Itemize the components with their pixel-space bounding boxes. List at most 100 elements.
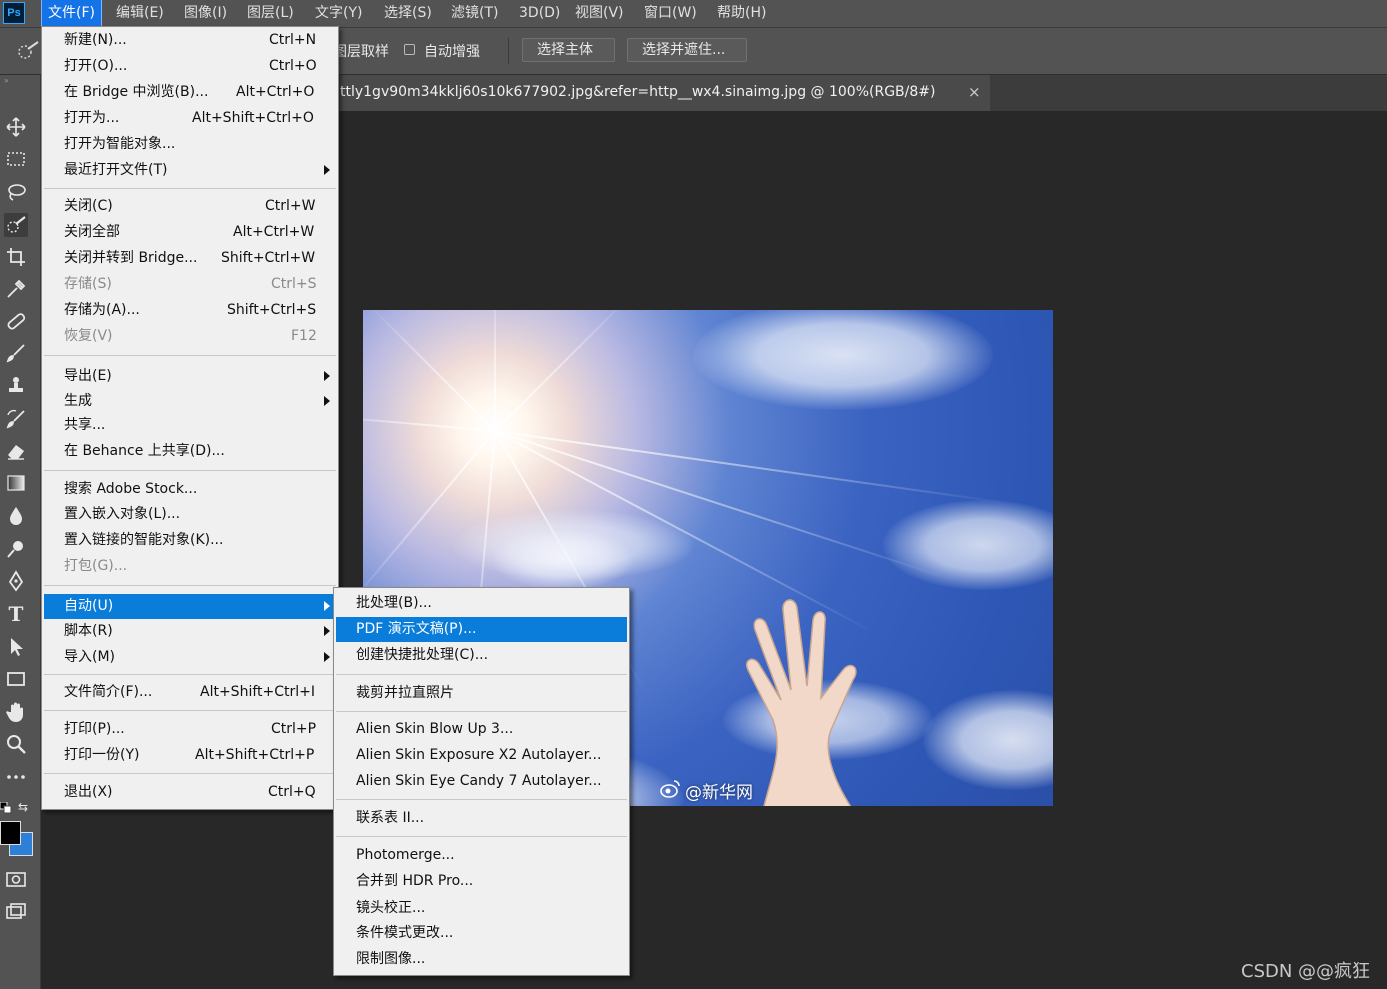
menu-item-place-embedded[interactable]: 置入嵌入对象(L)... [44, 502, 336, 527]
pen-tool-icon[interactable] [4, 569, 28, 593]
eraser-tool-icon[interactable] [4, 439, 28, 463]
menu-item-save-as[interactable]: 存储为(A)... Shift+Ctrl+S [44, 298, 336, 323]
menu-item-scripts[interactable]: 脚本(R) [44, 619, 336, 644]
submenu-arrow-icon [324, 165, 330, 175]
close-icon[interactable]: × [968, 83, 981, 101]
submenu-item-blow-up[interactable]: Alien Skin Blow Up 3... [336, 717, 627, 742]
submenu-item-create-droplet[interactable]: 创建快捷批处理(C)... [336, 643, 627, 668]
submenu-item-merge-to-hdr[interactable]: 合并到 HDR Pro... [336, 869, 627, 894]
submenu-arrow-icon [324, 652, 330, 662]
menu-select[interactable]: 选择(S) [378, 0, 438, 27]
menu-window[interactable]: 窗口(W) [638, 0, 703, 27]
clone-stamp-tool-icon[interactable] [4, 373, 28, 397]
document-tab[interactable]: ttly1gv90m34kklj60s10k677902.jpg&refer=h… [340, 75, 990, 111]
auto-enhance-checkbox[interactable] [404, 44, 415, 55]
menu-item-open-as[interactable]: 打开为... Alt+Shift+Ctrl+O [44, 106, 336, 131]
submenu-arrow-icon [324, 601, 330, 611]
submenu-item-lens-correction[interactable]: 镜头校正... [336, 896, 627, 921]
swap-colors-icon[interactable]: ⇆ [18, 800, 32, 814]
menu-item-print-one-copy[interactable]: 打印一份(Y) Alt+Shift+Ctrl+P [44, 743, 336, 768]
menu-item-share[interactable]: 共享... [44, 413, 336, 438]
blur-tool-icon[interactable] [4, 504, 28, 528]
menu-item-open-recent[interactable]: 最近打开文件(T) [44, 158, 336, 183]
menu-item-browse-in-bridge[interactable]: 在 Bridge 中浏览(B)... Alt+Ctrl+O [44, 80, 336, 105]
menu-item-package[interactable]: 打包(G)... [44, 554, 336, 579]
automate-submenu: 批处理(B)... PDF 演示文稿(P)... 创建快捷批处理(C)... 裁… [333, 587, 630, 976]
menu-file[interactable]: 文件(F) [41, 0, 102, 28]
quick-selection-preset-icon[interactable] [14, 40, 42, 62]
rectangle-tool-icon[interactable] [4, 667, 28, 691]
menu-item-revert[interactable]: 恢复(V) F12 [44, 324, 336, 349]
menu-item-open[interactable]: 打开(O)... Ctrl+O [44, 54, 336, 79]
move-tool-icon[interactable] [4, 115, 28, 139]
menu-item-new[interactable]: 新建(N)... Ctrl+N [44, 28, 336, 53]
menu-item-search-adobe-stock[interactable]: 搜索 Adobe Stock... [44, 477, 336, 502]
zoom-tool-icon[interactable] [4, 732, 28, 756]
lasso-tool-icon[interactable] [4, 180, 28, 204]
menu-item-place-linked[interactable]: 置入链接的智能对象(K)... [44, 528, 336, 553]
menu-item-close-and-go-to-bridge[interactable]: 关闭并转到 Bridge... Shift+Ctrl+W [44, 246, 336, 271]
menu-separator [44, 188, 336, 189]
quick-mask-icon[interactable] [4, 867, 28, 891]
menu-item-import[interactable]: 导入(M) [44, 645, 336, 670]
submenu-item-fit-image[interactable]: 限制图像... [336, 947, 627, 972]
tools-panel: » T ⇆ [0, 75, 41, 989]
menu-filter[interactable]: 滤镜(T) [445, 0, 504, 27]
crop-tool-icon[interactable] [4, 245, 28, 269]
submenu-item-exposure-x2[interactable]: Alien Skin Exposure X2 Autolayer... [336, 743, 627, 768]
submenu-item-contact-sheet[interactable]: 联系表 II... [336, 806, 627, 831]
menu-view[interactable]: 视图(V) [569, 0, 630, 27]
brush-tool-icon[interactable] [4, 341, 28, 365]
reaching-hand-photo [746, 599, 857, 806]
submenu-arrow-icon [324, 626, 330, 636]
menu-type[interactable]: 文字(Y) [309, 0, 368, 27]
quick-selection-tool-icon[interactable] [4, 213, 28, 237]
menu-item-share-on-behance[interactable]: 在 Behance 上共享(D)... [44, 439, 336, 464]
menu-layer[interactable]: 图层(L) [241, 0, 300, 27]
menu-item-save[interactable]: 存储(S) Ctrl+S [44, 272, 336, 297]
menu-separator [44, 674, 336, 675]
path-selection-tool-icon[interactable] [4, 635, 28, 659]
select-and-mask-button[interactable]: 选择并遮住... [627, 38, 747, 62]
panel-collapse-icon[interactable]: » [4, 77, 34, 85]
submenu-arrow-icon [324, 396, 330, 406]
menu-item-close-all[interactable]: 关闭全部 Alt+Ctrl+W [44, 220, 336, 245]
gradient-tool-icon[interactable] [4, 471, 28, 495]
menu-separator [336, 674, 627, 675]
submenu-item-conditional-mode-change[interactable]: 条件模式更改... [336, 921, 627, 946]
document-tab-title: ttly1gv90m34kklj60s10k677902.jpg&refer=h… [340, 84, 936, 100]
type-tool-icon[interactable]: T [4, 602, 28, 626]
menu-3d[interactable]: 3D(D) [513, 0, 566, 27]
menu-item-print[interactable]: 打印(P)... Ctrl+P [44, 717, 336, 742]
menu-item-generate[interactable]: 生成 [44, 389, 336, 414]
screen-mode-icon[interactable] [4, 899, 28, 923]
history-brush-tool-icon[interactable] [4, 407, 28, 431]
submenu-item-eye-candy[interactable]: Alien Skin Eye Candy 7 Autolayer... [336, 769, 627, 794]
menu-item-exit[interactable]: 退出(X) Ctrl+Q [44, 780, 336, 805]
menu-help[interactable]: 帮助(H) [711, 0, 772, 27]
submenu-arrow-icon [324, 371, 330, 381]
menu-item-close[interactable]: 关闭(C) Ctrl+W [44, 194, 336, 219]
eyedropper-tool-icon[interactable] [4, 277, 28, 301]
menu-item-file-info[interactable]: 文件简介(F)... Alt+Shift+Ctrl+I [44, 680, 336, 705]
submenu-item-photomerge[interactable]: Photomerge... [336, 843, 627, 868]
default-colors-icon[interactable] [0, 801, 12, 814]
submenu-item-crop-and-straighten[interactable]: 裁剪并拉直照片 [336, 681, 627, 706]
dodge-tool-icon[interactable] [4, 537, 28, 561]
hand-tool-icon[interactable] [4, 700, 28, 724]
foreground-color-swatch[interactable] [0, 821, 21, 845]
select-subject-button[interactable]: 选择主体 [522, 38, 615, 62]
menu-item-automate[interactable]: 自动(U) [44, 594, 336, 619]
menu-edit[interactable]: 编辑(E) [110, 0, 170, 27]
healing-brush-tool-icon[interactable] [4, 309, 28, 333]
image-watermark: @新华网 [659, 778, 753, 803]
submenu-item-batch[interactable]: 批处理(B)... [336, 591, 627, 616]
marquee-tool-icon[interactable] [4, 147, 28, 171]
more-tools-icon[interactable] [4, 765, 28, 789]
menu-item-export[interactable]: 导出(E) [44, 364, 336, 389]
submenu-item-pdf-presentation[interactable]: PDF 演示文稿(P)... [336, 617, 627, 642]
menu-image[interactable]: 图像(I) [178, 0, 233, 27]
menu-item-open-as-smart-object[interactable]: 打开为智能对象... [44, 132, 336, 157]
menu-separator [44, 773, 336, 774]
menu-separator [336, 799, 627, 800]
